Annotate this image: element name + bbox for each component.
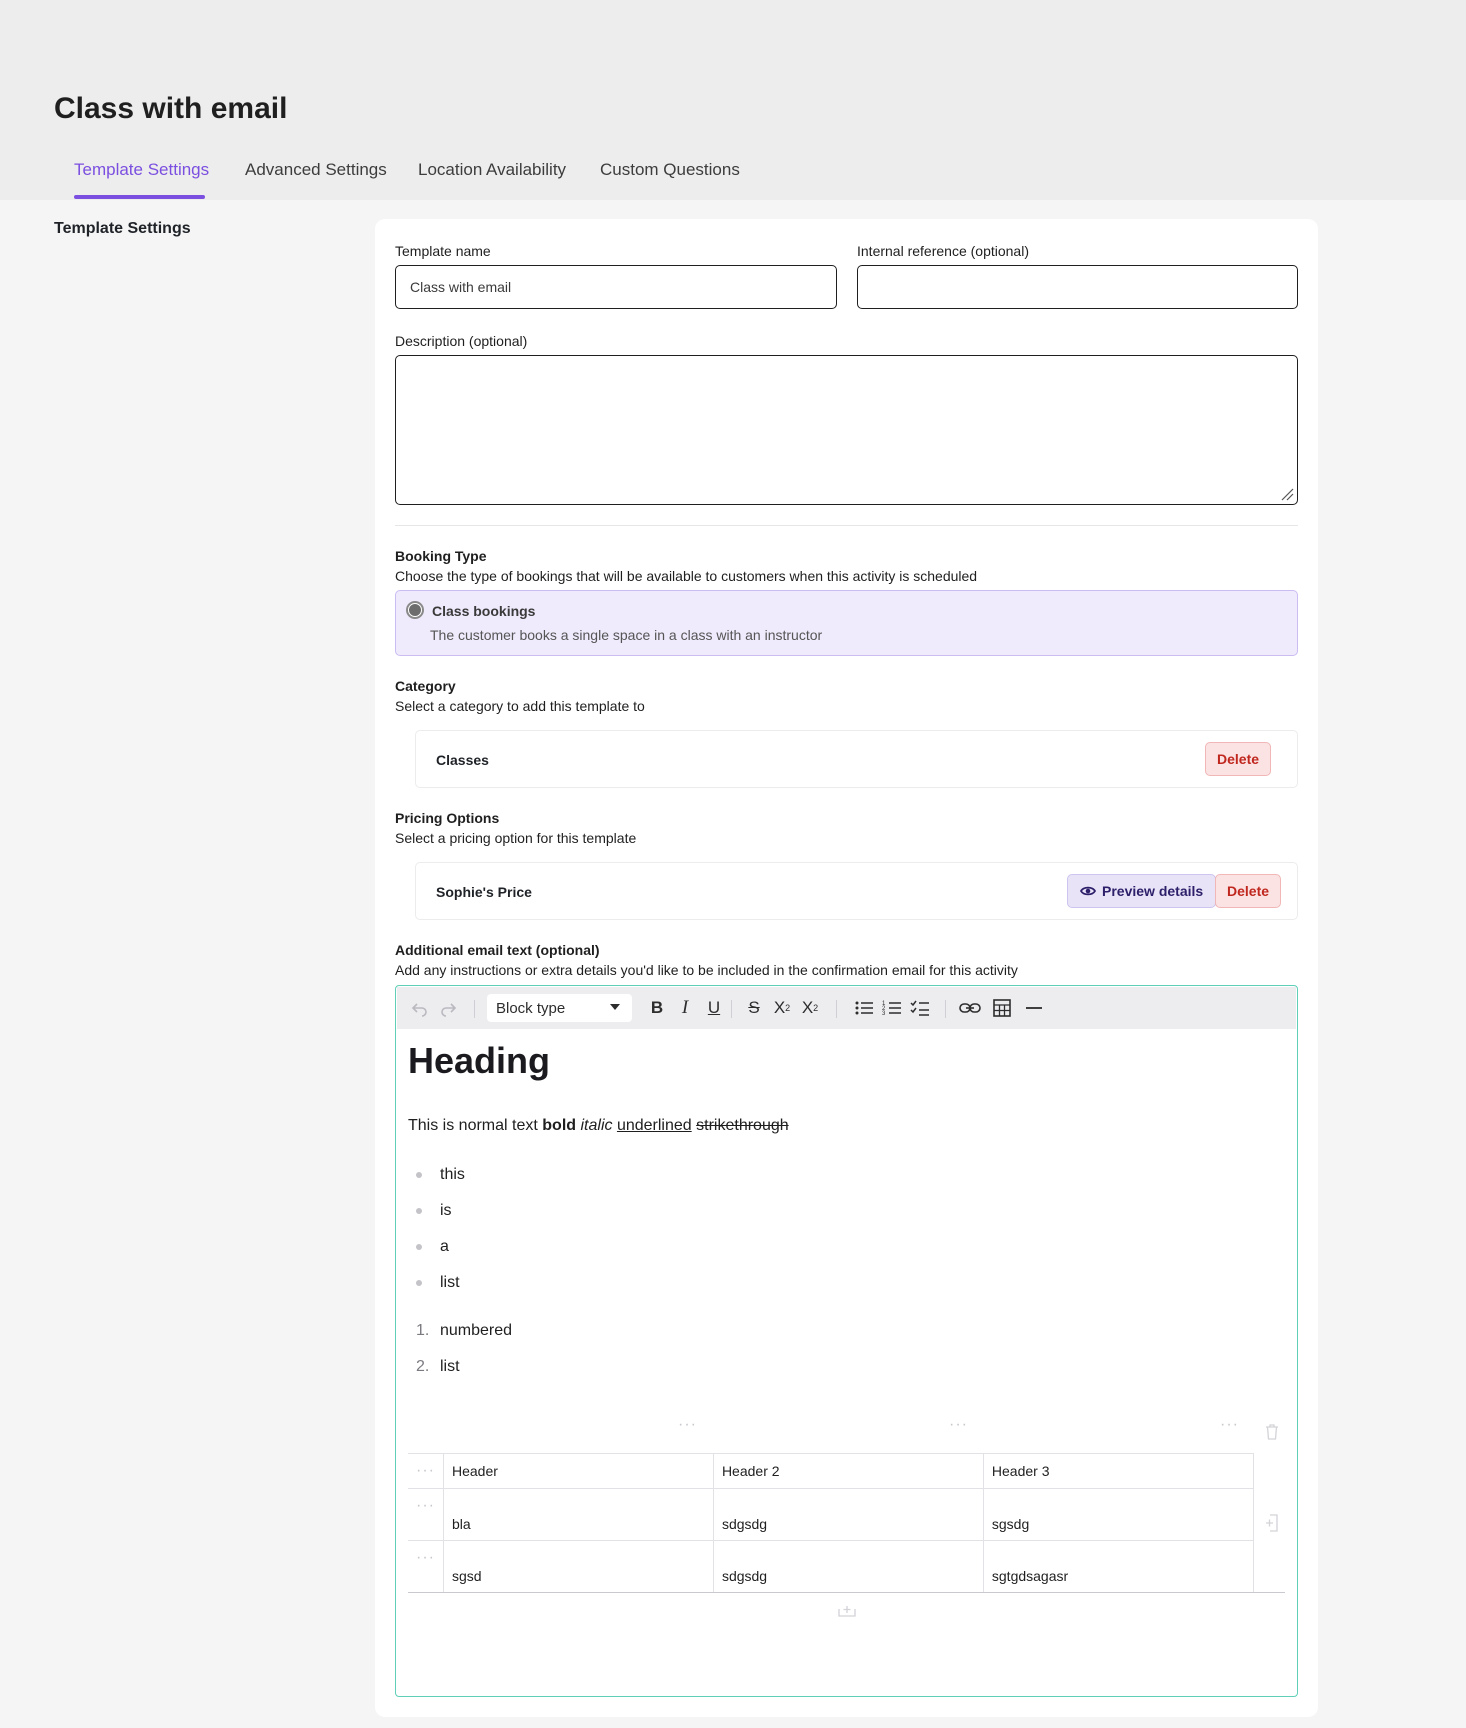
checklist-icon[interactable] <box>908 996 932 1020</box>
undo-icon[interactable] <box>408 996 432 1020</box>
toolbar-separator <box>945 1000 946 1018</box>
tab-template-settings[interactable]: Template Settings <box>74 160 209 180</box>
row-handle-icon[interactable]: ··· <box>416 1497 435 1514</box>
strikethrough-icon[interactable]: S <box>742 996 766 1020</box>
tab-custom-questions[interactable]: Custom Questions <box>600 160 740 180</box>
internal-reference-input[interactable] <box>857 265 1298 309</box>
email-text-help: Add any instructions or extra details yo… <box>395 962 1018 978</box>
active-tab-indicator <box>74 195 205 199</box>
booking-option-label: Class bookings <box>432 603 536 619</box>
add-row-icon[interactable] <box>838 1605 856 1617</box>
list-item[interactable]: is <box>440 1202 452 1220</box>
column-handle-icon[interactable]: ··· <box>1220 1416 1239 1434</box>
resize-handle-icon[interactable] <box>1280 487 1294 501</box>
trash-icon[interactable] <box>1265 1424 1279 1440</box>
numbered-list-item[interactable]: list <box>440 1358 460 1376</box>
table-header-cell[interactable]: Header 3 <box>983 1453 1255 1489</box>
editor-paragraph[interactable]: This is normal text bold italic underlin… <box>408 1117 789 1135</box>
underline-icon[interactable]: U <box>702 996 726 1020</box>
table-cell[interactable]: bla <box>443 1488 714 1541</box>
table-header-cell[interactable]: Header <box>443 1453 714 1489</box>
pricing-delete-button[interactable]: Delete <box>1215 874 1282 908</box>
list-item[interactable]: this <box>440 1166 465 1184</box>
list-number: 1. <box>416 1322 430 1339</box>
numbered-list-icon[interactable]: 123 <box>880 996 904 1020</box>
row-handle-icon[interactable]: ··· <box>416 1549 435 1566</box>
table-bottom-border <box>408 1592 1285 1593</box>
category-title: Category <box>395 678 456 694</box>
email-text-title: Additional email text (optional) <box>395 942 600 958</box>
column-handle-icon[interactable]: ··· <box>949 1416 968 1434</box>
divider <box>395 525 1298 526</box>
underlined-text: underlined <box>616 1117 692 1134</box>
booking-option-description: The customer books a single space in a c… <box>430 627 823 643</box>
booking-option-class[interactable] <box>395 590 1298 656</box>
radio-selected-dot <box>409 604 421 616</box>
toolbar-separator <box>836 1000 837 1018</box>
table-cell[interactable]: sgsd <box>443 1540 714 1593</box>
link-icon[interactable] <box>958 996 982 1020</box>
redo-icon[interactable] <box>436 996 460 1020</box>
pricing-help: Select a pricing option for this templat… <box>395 830 637 846</box>
description-label: Description (optional) <box>395 333 528 349</box>
pricing-title: Pricing Options <box>395 810 500 826</box>
row-handle[interactable]: ··· <box>408 1540 444 1593</box>
bold-icon[interactable]: B <box>645 996 669 1020</box>
category-item <box>415 730 1298 788</box>
row-handle[interactable]: ··· <box>408 1488 444 1541</box>
section-title: Template Settings <box>54 220 191 237</box>
booking-type-help: Choose the type of bookings that will be… <box>395 568 978 584</box>
tab-location-availability[interactable]: Location Availability <box>418 160 566 180</box>
page-title: Class with email <box>54 92 288 125</box>
booking-type-title: Booking Type <box>395 548 487 564</box>
table-cell[interactable]: sdgsdg <box>713 1488 984 1541</box>
list-number: 2. <box>416 1358 430 1375</box>
description-textarea[interactable] <box>395 355 1298 505</box>
category-delete-button[interactable]: Delete <box>1205 742 1272 776</box>
horizontal-rule-icon[interactable] <box>1022 996 1046 1020</box>
subscript-icon[interactable]: X2 <box>798 996 822 1020</box>
column-handle-icon[interactable]: ··· <box>678 1416 697 1434</box>
template-name-label: Template name <box>395 243 491 259</box>
superscript-icon[interactable]: X2 <box>770 996 794 1020</box>
row-handle-icon[interactable]: ··· <box>416 1462 435 1479</box>
preview-details-label: Preview details <box>1102 883 1204 899</box>
category-help: Select a category to add this template t… <box>395 698 645 714</box>
template-name-input[interactable]: Class with email <box>395 265 837 309</box>
bullet-marker <box>416 1280 422 1286</box>
list-item[interactable]: a <box>440 1238 449 1256</box>
bullet-marker <box>416 1208 422 1214</box>
bullet-list-icon[interactable] <box>852 996 876 1020</box>
bold-text: bold <box>542 1117 577 1134</box>
table-cell[interactable]: sdgsdg <box>713 1540 984 1593</box>
italic-icon[interactable]: I <box>673 996 697 1020</box>
table-icon[interactable] <box>990 996 1014 1020</box>
svg-text:3: 3 <box>882 1011 886 1017</box>
normal-text: This is normal text <box>408 1117 538 1134</box>
list-item[interactable]: list <box>440 1274 460 1292</box>
pricing-item-name: Sophie's Price <box>436 884 532 900</box>
internal-reference-label: Internal reference (optional) <box>857 243 1029 259</box>
bullet-marker <box>416 1172 422 1178</box>
chevron-down-icon <box>610 1004 620 1010</box>
add-column-icon[interactable] <box>1265 1514 1279 1532</box>
italic-text: italic <box>580 1117 613 1134</box>
table-cell[interactable]: sgsdg <box>983 1488 1255 1541</box>
toolbar-separator <box>474 1000 475 1018</box>
bullet-marker <box>416 1244 422 1250</box>
toolbar-separator <box>731 1000 732 1018</box>
numbered-list-item[interactable]: numbered <box>440 1322 512 1340</box>
preview-details-button[interactable]: Preview details <box>1067 874 1217 908</box>
table-cell[interactable]: sgtgdsagasr <box>983 1540 1255 1593</box>
eye-icon <box>1080 886 1096 896</box>
table-header-cell[interactable]: Header 2 <box>713 1453 984 1489</box>
category-item-name: Classes <box>436 752 489 768</box>
strikethrough-text: strikethrough <box>696 1117 789 1134</box>
row-handle[interactable]: ··· <box>408 1453 444 1489</box>
editor-heading[interactable]: Heading <box>408 1040 550 1082</box>
editor-table[interactable]: ··· Header Header 2 Header 3 ··· bla sdg… <box>408 1453 1255 1593</box>
tab-advanced-settings[interactable]: Advanced Settings <box>245 160 387 180</box>
